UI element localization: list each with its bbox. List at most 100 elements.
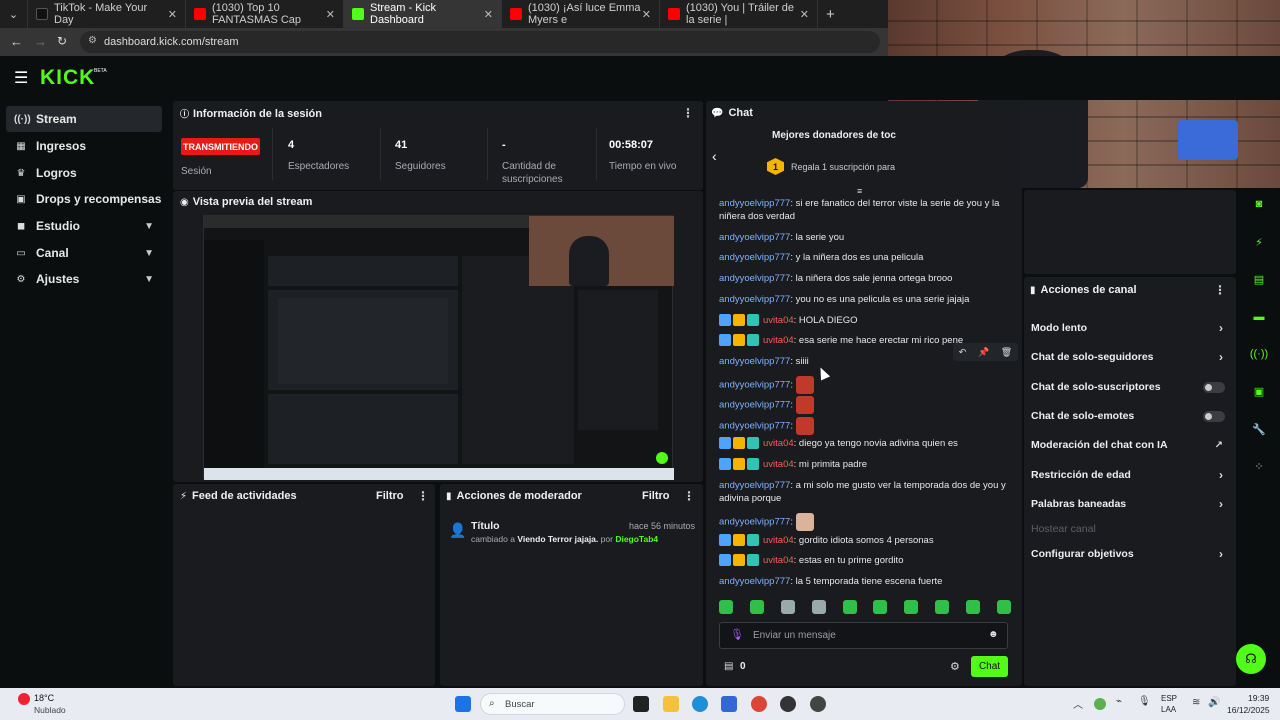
clock-date[interactable]: 16/12/2025: [1227, 705, 1270, 715]
pin-icon[interactable]: 📌: [978, 347, 989, 358]
chat-message[interactable]: uvita04: HOLA DIEGO: [719, 314, 1019, 327]
tray-chevron-icon[interactable]: ︿: [1073, 696, 1083, 711]
app-icon[interactable]: [810, 696, 826, 712]
close-icon[interactable]: ✕: [642, 8, 651, 21]
chat-message[interactable]: andyyoelvipp777: a mi solo me gusto ver …: [719, 479, 1019, 505]
chat-username[interactable]: uvita04: [763, 315, 794, 326]
chat-username[interactable]: uvita04: [763, 459, 794, 470]
apps-icon[interactable]: ⁘: [1248, 455, 1270, 477]
wifi-icon[interactable]: ≋: [1192, 697, 1200, 708]
mod-entry-user[interactable]: DiegoTab4: [615, 534, 658, 544]
chat-message[interactable]: andyyoelvipp777: si ere fanatico del ter…: [719, 197, 1019, 223]
layout-icon[interactable]: ▣: [1248, 380, 1270, 402]
channel-action-item[interactable]: Chat de solo-suscriptores: [1031, 377, 1229, 397]
sidebar-item-drops[interactable]: ▣ Drops y recompensas: [6, 186, 162, 212]
close-icon[interactable]: ✕: [168, 8, 177, 21]
chat-message[interactable]: andyyoelvipp777: la serie you: [719, 231, 1019, 244]
modactions-more-icon[interactable]: ⋮: [683, 489, 695, 503]
file-explorer-icon[interactable]: [663, 696, 679, 712]
chat-icon[interactable]: ▬: [1248, 306, 1270, 328]
emote-button[interactable]: [780, 600, 795, 614]
chat-message[interactable]: uvita04: estas en tu prime gordito: [719, 554, 1019, 567]
chat-message[interactable]: uvita04: gordito idiota somos 4 personas: [719, 534, 1019, 547]
points-icon[interactable]: ▤: [724, 661, 733, 672]
browser-tab[interactable]: (1030) Top 10 FANTASMAS Cap ✕: [186, 0, 344, 28]
sidebar-item-logros[interactable]: ♛ Logros: [6, 160, 162, 186]
obs-icon[interactable]: [780, 696, 796, 712]
back-icon[interactable]: ←: [10, 34, 23, 49]
chat-username[interactable]: andyyoelvipp777: [719, 252, 790, 263]
chat-username[interactable]: andyyoelvipp777: [719, 356, 790, 367]
tray-mic-icon[interactable]: 🎙: [1138, 696, 1151, 707]
chat-username[interactable]: uvita04: [763, 438, 794, 449]
channel-actions-more-icon[interactable]: ⋮: [1214, 283, 1226, 297]
taskbar-search[interactable]: ⌕ Buscar: [480, 693, 625, 715]
chat-input[interactable]: 🎙 Enviar un mensaje ☻: [719, 622, 1008, 649]
session-more-icon[interactable]: ⋮: [682, 106, 694, 120]
kick-logo[interactable]: KICK: [40, 66, 95, 90]
chat-username[interactable]: uvita04: [763, 335, 794, 346]
sidebar-item-canal[interactable]: ▭ Canal ▼: [6, 240, 162, 266]
chat-message[interactable]: andyyoelvipp777:: [719, 376, 1019, 394]
chat-username[interactable]: andyyoelvipp777: [719, 576, 790, 587]
chat-username[interactable]: andyyoelvipp777: [719, 380, 790, 391]
edge-icon[interactable]: [692, 696, 708, 712]
language-code[interactable]: ESP: [1161, 694, 1177, 703]
modactions-filter-button[interactable]: Filtro: [642, 490, 670, 502]
forward-icon[interactable]: →: [34, 34, 47, 49]
channel-action-item[interactable]: Modo lento ›: [1031, 318, 1229, 338]
emote-button[interactable]: [811, 600, 826, 614]
channel-action-item[interactable]: Configurar objetivos ›: [1031, 544, 1229, 564]
tray-app-icon[interactable]: [1094, 698, 1106, 710]
close-icon[interactable]: ✕: [484, 8, 493, 21]
emote-button[interactable]: [873, 600, 888, 614]
activity-more-icon[interactable]: ⋮: [417, 489, 429, 503]
chat-username[interactable]: andyyoelvipp777: [719, 400, 790, 411]
chat-message[interactable]: andyyoelvipp777:: [719, 417, 1019, 435]
emote-button[interactable]: [749, 600, 764, 614]
chat-message[interactable]: andyyoelvipp777: la niñera dos sale jenn…: [719, 272, 1019, 285]
activity-filter-button[interactable]: Filtro: [376, 490, 404, 502]
chat-message[interactable]: andyyoelvipp777:: [719, 396, 1019, 414]
sidebar-item-ajustes[interactable]: ⚙ Ajustes ▼: [6, 266, 162, 292]
channel-action-item[interactable]: Chat de solo-seguidores ›: [1031, 347, 1229, 367]
tab-list-button[interactable]: ⌄: [0, 0, 28, 28]
browser-tab[interactable]: TikTok - Make Your Day ✕: [28, 0, 186, 28]
chat-message[interactable]: uvita04: mi primita padre: [719, 458, 1019, 471]
new-tab-button[interactable]: +: [818, 0, 843, 28]
close-icon[interactable]: ✕: [800, 8, 809, 21]
reply-icon[interactable]: ↶: [959, 347, 967, 358]
sidebar-item-ingresos[interactable]: ▦ Ingresos: [6, 133, 162, 159]
chat-username[interactable]: andyyoelvipp777: [719, 294, 790, 305]
chat-username[interactable]: andyyoelvipp777: [719, 517, 790, 528]
close-icon[interactable]: ✕: [326, 8, 335, 21]
channel-action-item[interactable]: Moderación del chat con IA ↗: [1031, 435, 1229, 455]
chat-username[interactable]: andyyoelvipp777: [719, 273, 790, 284]
site-info-icon[interactable]: ⚙: [88, 35, 97, 46]
chevron-left-icon[interactable]: ‹: [712, 148, 717, 164]
document-icon[interactable]: ▤: [1248, 268, 1270, 290]
chrome-icon[interactable]: [751, 696, 767, 712]
volume-icon[interactable]: 🔊: [1208, 697, 1220, 708]
chat-settings-icon[interactable]: ⚙: [950, 660, 960, 673]
chat-message[interactable]: andyyoelvipp777: la 5 temporada tiene es…: [719, 575, 1019, 588]
chat-message[interactable]: andyyoelvipp777:: [719, 513, 1019, 531]
tray-network-icon[interactable]: ⌁: [1116, 696, 1122, 707]
camera-icon[interactable]: ◙: [1248, 193, 1270, 215]
emote-button[interactable]: [904, 600, 919, 614]
channel-action-item[interactable]: Restricción de edad ›: [1031, 465, 1229, 485]
broadcast-icon[interactable]: ((·)): [1248, 343, 1270, 365]
chat-username[interactable]: uvita04: [763, 555, 794, 566]
stream-preview-video[interactable]: [203, 215, 674, 480]
sidebar-item-estudio[interactable]: ◼ Estudio ▼: [6, 213, 162, 239]
task-view-icon[interactable]: [633, 696, 649, 712]
chat-username[interactable]: andyyoelvipp777: [719, 421, 790, 432]
trash-icon[interactable]: 🗑: [1001, 347, 1012, 358]
language-layout[interactable]: LAA: [1161, 705, 1176, 714]
browser-tab-active[interactable]: Stream - Kick Dashboard ✕: [344, 0, 502, 28]
sidebar-item-stream[interactable]: ((·)) Stream: [6, 106, 162, 132]
emote-button[interactable]: [719, 600, 733, 614]
windows-start-icon[interactable]: [455, 696, 471, 712]
menu-icon[interactable]: ☰: [14, 68, 28, 88]
chat-username[interactable]: uvita04: [763, 535, 794, 546]
